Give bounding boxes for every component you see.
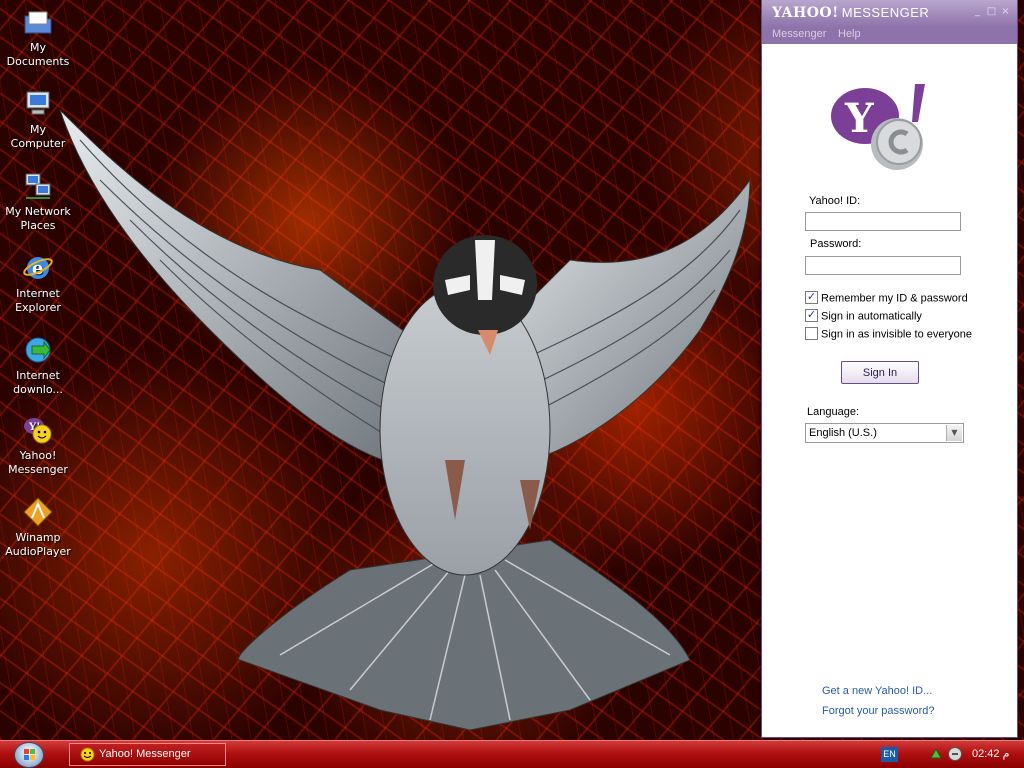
desktop-icon-label: Winamp AudioPlayer bbox=[5, 531, 71, 558]
desktop-icon-my-network-places[interactable]: My Network Places bbox=[0, 170, 76, 233]
minimize-icon[interactable]: _ bbox=[972, 7, 983, 18]
sign-in-button[interactable]: Sign In bbox=[841, 361, 919, 384]
winamp-icon bbox=[23, 497, 53, 527]
desktop-icon-my-computer[interactable]: My Computer bbox=[0, 88, 76, 151]
desktop-icon-label: Internet downlo... bbox=[13, 369, 63, 396]
desktop-icon-label: Yahoo! Messenger bbox=[8, 449, 68, 476]
desktop-icon-internet-download-manager[interactable]: Internet downlo... bbox=[0, 334, 76, 397]
language-select[interactable]: English (U.S.) ▼ bbox=[805, 423, 964, 443]
internet-explorer-icon: e bbox=[23, 257, 53, 279]
computer-icon bbox=[26, 91, 50, 115]
language-label: Language: bbox=[807, 406, 859, 418]
desktop-icon-label: My Computer bbox=[10, 123, 66, 150]
title-product: MESSENGER bbox=[841, 5, 930, 20]
password-input[interactable] bbox=[805, 256, 961, 275]
forgot-password-link[interactable]: Forgot your password? bbox=[822, 705, 935, 717]
yahoo-id-input[interactable] bbox=[805, 212, 961, 231]
taskbar-button-label: Yahoo! Messenger bbox=[99, 748, 191, 760]
yahoo-messenger-icon: Y! bbox=[24, 418, 52, 444]
title-brand: YAHOO! bbox=[772, 5, 839, 21]
window-title: YAHOO! MESSENGER bbox=[772, 5, 929, 21]
wallpaper-bird-image bbox=[59, 109, 751, 730]
start-button[interactable] bbox=[14, 742, 44, 768]
network-places-icon bbox=[25, 173, 51, 199]
windows-logo-icon bbox=[24, 749, 35, 760]
taskbar: Yahoo! Messenger EN 02:42 م bbox=[0, 740, 1024, 768]
messenger-smiley-icon bbox=[80, 747, 95, 762]
new-id-link[interactable]: Get a new Yahoo! ID... bbox=[822, 685, 932, 697]
invisible-label: Sign in as invisible to everyone bbox=[821, 328, 973, 341]
maximize-icon[interactable]: □ bbox=[986, 7, 997, 18]
messenger-window: YAHOO! MESSENGER _ □ × Messenger Help Y Y… bbox=[761, 0, 1018, 738]
folder-documents-icon bbox=[24, 11, 52, 34]
yahoo-id-label: Yahoo! ID: bbox=[809, 195, 861, 207]
network-tray-icon[interactable] bbox=[928, 746, 944, 762]
language-value: English (U.S.) bbox=[809, 427, 877, 439]
menu-bar: Messenger Help bbox=[762, 27, 1017, 44]
close-icon[interactable]: × bbox=[1000, 7, 1011, 18]
language-indicator[interactable]: EN bbox=[881, 747, 898, 762]
desktop-icon-my-documents[interactable]: My Documents bbox=[0, 6, 76, 69]
taskbar-button-yahoo-messenger[interactable]: Yahoo! Messenger bbox=[69, 743, 226, 766]
auto-signin-label: Sign in automatically bbox=[821, 310, 922, 323]
auto-signin-checkbox[interactable]: ✓ bbox=[805, 309, 818, 322]
desktop-icon-label: My Network Places bbox=[5, 205, 71, 232]
chevron-down-icon[interactable]: ▼ bbox=[946, 425, 962, 441]
title-bar[interactable]: YAHOO! MESSENGER _ □ × bbox=[762, 0, 1017, 27]
remember-checkbox[interactable]: ✓ bbox=[805, 291, 818, 304]
yahoo-messenger-logo: Y bbox=[831, 84, 925, 170]
invisible-checkbox-row[interactable]: Sign in as invisible to everyone bbox=[805, 327, 973, 344]
messenger-tray-icon[interactable] bbox=[947, 746, 963, 762]
svg-text:Y: Y bbox=[844, 95, 874, 142]
desktop-icon-yahoo-messenger[interactable]: Y! Yahoo! Messenger bbox=[0, 414, 76, 477]
download-manager-icon bbox=[25, 337, 51, 363]
desktop-icon-winamp[interactable]: Winamp AudioPlayer bbox=[0, 496, 76, 559]
invisible-checkbox[interactable] bbox=[805, 327, 818, 340]
remember-label: Remember my ID & password bbox=[821, 292, 968, 305]
desktop-icon-label: Internet Explorer bbox=[15, 287, 61, 314]
desktop-icon-label: My Documents bbox=[6, 41, 70, 68]
menu-messenger[interactable]: Messenger bbox=[772, 28, 826, 40]
password-label: Password: bbox=[810, 238, 862, 250]
clock: 02:42 م bbox=[972, 748, 1010, 760]
desktop-icon-internet-explorer[interactable]: e Internet Explorer bbox=[0, 252, 76, 315]
remember-checkbox-row[interactable]: ✓ Remember my ID & password bbox=[805, 291, 968, 308]
auto-signin-checkbox-row[interactable]: ✓ Sign in automatically bbox=[805, 309, 922, 326]
menu-help[interactable]: Help bbox=[838, 28, 861, 40]
